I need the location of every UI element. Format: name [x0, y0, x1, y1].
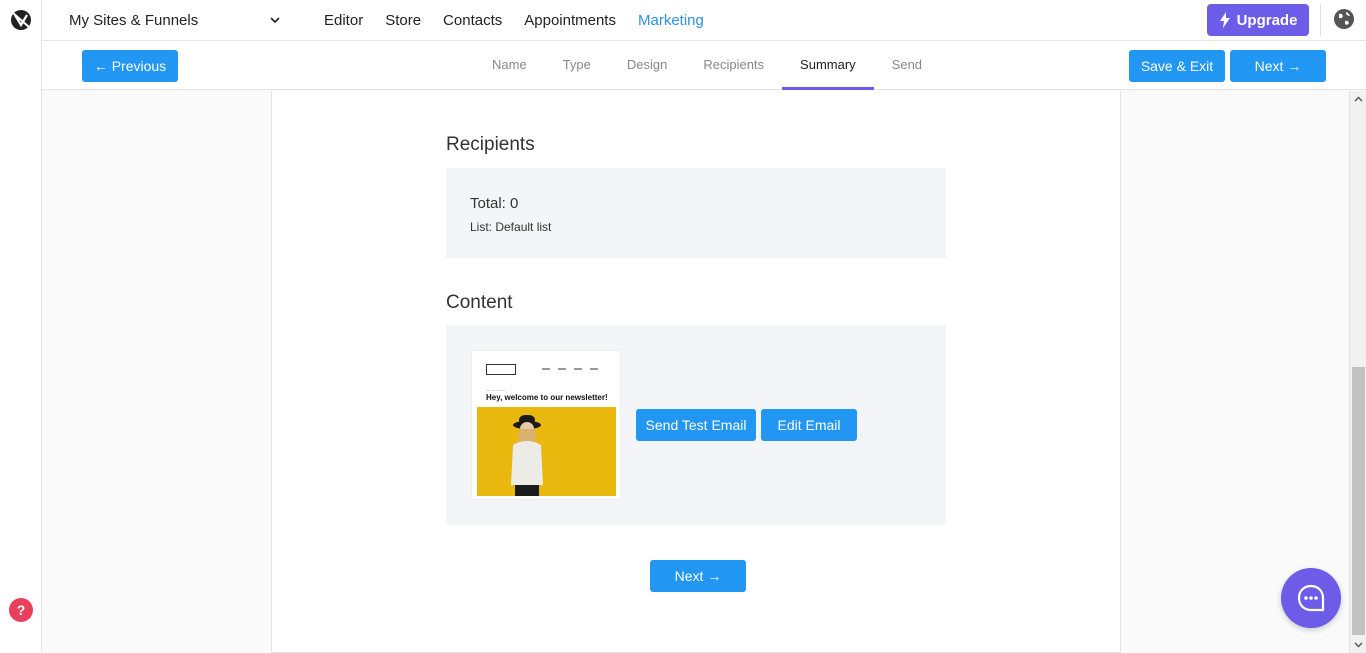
tab-send[interactable]: Send [874, 41, 940, 90]
scroll-down-icon[interactable] [1354, 640, 1363, 649]
save-exit-button[interactable]: Save & Exit [1129, 50, 1225, 82]
tab-recipients[interactable]: Recipients [685, 41, 782, 90]
previous-button[interactable]: ← Previous [82, 50, 178, 82]
recipients-title: Recipients [446, 134, 535, 155]
scroll-thumb[interactable] [1352, 367, 1365, 635]
nav-link-marketing[interactable]: Marketing [638, 12, 704, 29]
chat-button[interactable] [1281, 568, 1341, 628]
woman-photo-illustration [477, 407, 616, 496]
content-title: Content [446, 292, 513, 313]
next-button-top[interactable]: Next → [1230, 50, 1326, 82]
recipients-list: List: Default list [470, 220, 552, 234]
next-button-bottom[interactable]: Next → [650, 560, 746, 592]
step-tabs: Name Type Design Recipients Summary Send [474, 41, 940, 90]
lightning-icon [1219, 12, 1230, 28]
chat-icon [1297, 584, 1325, 612]
edit-email-button[interactable]: Edit Email [761, 409, 857, 441]
tab-summary[interactable]: Summary [782, 41, 874, 90]
email-thumbnail[interactable]: — — — — Hey, welcome to our newsletter! [471, 350, 621, 500]
brand-logo-icon[interactable] [10, 9, 32, 31]
chevron-down-icon[interactable] [269, 14, 281, 26]
tab-design[interactable]: Design [609, 41, 685, 90]
step-bar: ← Previous Name Type Design Recipients S… [42, 41, 1366, 90]
nav-divider [1320, 4, 1321, 36]
globe-icon[interactable] [1333, 8, 1355, 30]
help-button[interactable]: ? [9, 598, 33, 622]
thumbnail-menu [542, 368, 598, 370]
scroll-up-icon[interactable] [1354, 95, 1363, 104]
site-selector[interactable]: My Sites & Funnels [69, 12, 198, 29]
upgrade-label: Upgrade [1236, 11, 1298, 29]
upgrade-button[interactable]: Upgrade [1207, 4, 1309, 36]
nav-link-appointments[interactable]: Appointments [524, 12, 616, 29]
thumbnail-logo [486, 364, 516, 375]
nav-link-store[interactable]: Store [385, 12, 421, 29]
top-nav: My Sites & Funnels Editor Store Contacts… [42, 0, 1366, 41]
nav-link-editor[interactable]: Editor [324, 12, 363, 29]
send-test-email-button[interactable]: Send Test Email [636, 409, 756, 441]
tab-name[interactable]: Name [474, 41, 545, 90]
left-rail: ? [0, 0, 42, 653]
thumbnail-date: — — — — [486, 387, 506, 392]
nav-links: Editor Store Contacts Appointments Marke… [324, 12, 726, 29]
recipients-panel: Total: 0 List: Default list [446, 168, 946, 258]
thumbnail-heading: Hey, welcome to our newsletter! [486, 393, 608, 402]
scrollbar[interactable] [1349, 91, 1366, 653]
thumbnail-photo [477, 407, 616, 496]
tab-type[interactable]: Type [545, 41, 609, 90]
nav-link-contacts[interactable]: Contacts [443, 12, 502, 29]
recipients-total: Total: 0 [470, 195, 519, 212]
